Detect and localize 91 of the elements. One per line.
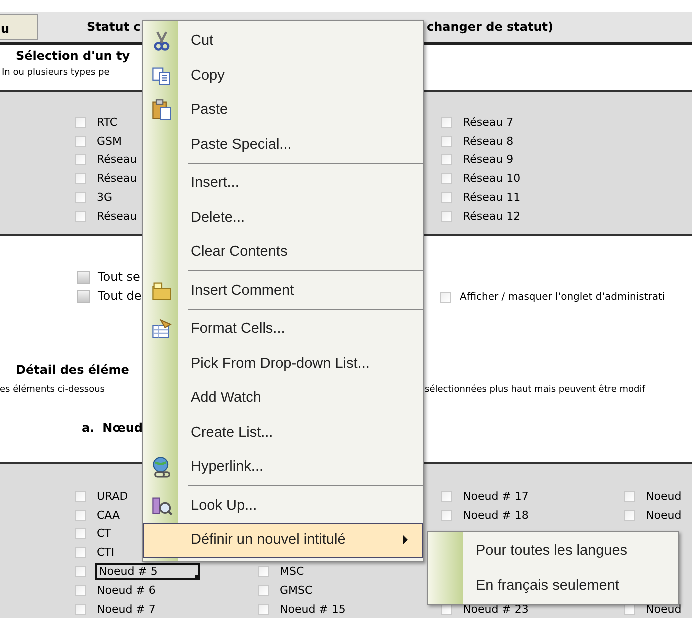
button-label: Tout de — [98, 289, 142, 303]
format-cells-icon — [150, 318, 172, 340]
checkbox[interactable] — [75, 173, 86, 184]
menu-item[interactable]: En français seulement — [428, 568, 678, 603]
checkbox[interactable] — [258, 584, 269, 596]
menu-item[interactable]: Pour toutes les langues — [428, 533, 678, 568]
checkbox-label: URAD — [96, 490, 130, 503]
checkbox-label: CTI — [96, 546, 116, 560]
checkbox-label: GSM — [96, 134, 123, 148]
checkbox[interactable] — [75, 547, 86, 558]
checkbox-label: Réseau — [96, 153, 138, 166]
checkbox-label: CAA — [96, 508, 122, 522]
checkbox[interactable] — [440, 292, 451, 303]
section-title: Détail des éléme — [16, 363, 130, 377]
menu-item[interactable]: Copy — [143, 58, 423, 93]
checkbox[interactable] — [75, 192, 86, 204]
square-button[interactable] — [77, 270, 90, 284]
square-button[interactable] — [77, 290, 90, 302]
checkbox-label: Réseau 12 — [462, 210, 522, 223]
status-label: Statut c — [87, 20, 142, 34]
checkbox-label: Noeud # 23 — [462, 602, 530, 616]
checkbox-label: Réseau — [96, 172, 138, 186]
checkbox[interactable] — [75, 154, 86, 166]
checkbox-label: RTC — [96, 116, 119, 129]
menu-item[interactable]: Delete... — [143, 200, 423, 235]
checkbox[interactable] — [441, 116, 452, 128]
checkbox[interactable] — [258, 604, 269, 615]
checkbox[interactable] — [75, 210, 86, 222]
menu-item[interactable]: Create List... — [143, 416, 423, 450]
checkbox-label: Afficher / masquer l'onglet d'administrati — [460, 292, 666, 303]
checkbox[interactable] — [75, 528, 86, 540]
checkbox-label: Réseau 8 — [462, 134, 515, 148]
checkbox-label: Réseau 10 — [462, 172, 522, 186]
checkbox-label: Réseau 9 — [462, 153, 515, 166]
checkbox[interactable] — [441, 173, 452, 184]
checkbox-label: 3G — [96, 191, 114, 204]
globe-link-icon — [150, 456, 172, 478]
checkbox-label: Noeud # 6 — [96, 584, 157, 597]
checkbox-label: Noeud — [645, 602, 683, 616]
checkbox[interactable] — [624, 490, 635, 502]
subsection-title: Nœud — [102, 421, 143, 435]
checkbox[interactable] — [75, 510, 86, 521]
checkbox-label: MSC — [279, 565, 306, 578]
status-hint: changer de statut) — [427, 20, 554, 34]
section-note: sélectionnées plus haut mais peuvent être modif — [425, 385, 646, 395]
menu-item[interactable]: Paste Special... — [143, 128, 423, 162]
checkbox[interactable] — [624, 510, 635, 521]
menu-item[interactable]: Insert... — [143, 166, 423, 200]
section-note: es éléments ci-dessous — [0, 385, 106, 395]
checkbox[interactable] — [441, 210, 452, 222]
menu-item[interactable]: Pick From Drop-down List... — [143, 346, 423, 381]
section-subtitle: In ou plusieurs types pe — [2, 68, 110, 78]
menu-item[interactable]: Hyperlink... — [143, 450, 423, 484]
clipboard-icon — [150, 99, 172, 122]
menu-item[interactable]: Cut — [143, 24, 423, 58]
list-letter: a. — [82, 421, 95, 435]
checkbox[interactable] — [441, 192, 452, 204]
checkbox-label: Noeud # 15 — [279, 602, 347, 616]
checkbox-label: Noeud — [645, 508, 683, 522]
checkbox[interactable] — [75, 566, 86, 578]
checkbox[interactable] — [441, 490, 452, 502]
checkbox[interactable] — [441, 136, 452, 147]
selected-cell: Noeud # 5 — [95, 563, 200, 580]
checkbox[interactable] — [75, 136, 86, 147]
checkbox[interactable] — [441, 510, 452, 521]
checkbox-label: Noeud # 7 — [96, 602, 157, 616]
menu-item[interactable]: Paste — [143, 93, 423, 128]
checkbox-label: Noeud — [645, 490, 683, 503]
checkbox[interactable] — [258, 566, 269, 578]
checkbox-label: Noeud # 18 — [462, 508, 530, 522]
checkbox[interactable] — [75, 604, 86, 615]
menu-item[interactable]: Insert Comment — [143, 274, 423, 308]
checkbox-label: Réseau 7 — [462, 116, 515, 129]
submenu-arrow-icon — [403, 535, 408, 546]
menu-item[interactable]: Clear Contents — [143, 235, 423, 270]
checkbox-label: CT — [96, 527, 112, 540]
checkbox-label: Réseau — [96, 210, 138, 223]
checkbox-label: Réseau 11 — [462, 191, 522, 204]
checkbox[interactable] — [75, 116, 86, 128]
menu-item[interactable]: Add Watch — [143, 381, 423, 416]
button-label: Tout se — [98, 270, 140, 284]
checkbox[interactable] — [75, 584, 86, 596]
section-title: Sélection d'un ty — [16, 49, 130, 63]
checkbox-label: Noeud # 17 — [462, 490, 530, 503]
menu-item[interactable]: Look Up... — [143, 488, 423, 523]
menu-item[interactable]: Définir un nouvel intitulé — [143, 523, 423, 558]
checkbox[interactable] — [75, 490, 86, 502]
toolbar-button[interactable]: u — [0, 14, 38, 40]
checkbox[interactable] — [441, 154, 452, 166]
checkbox-label: GMSC — [279, 584, 314, 597]
menu-item[interactable]: Format Cells... — [143, 312, 423, 346]
